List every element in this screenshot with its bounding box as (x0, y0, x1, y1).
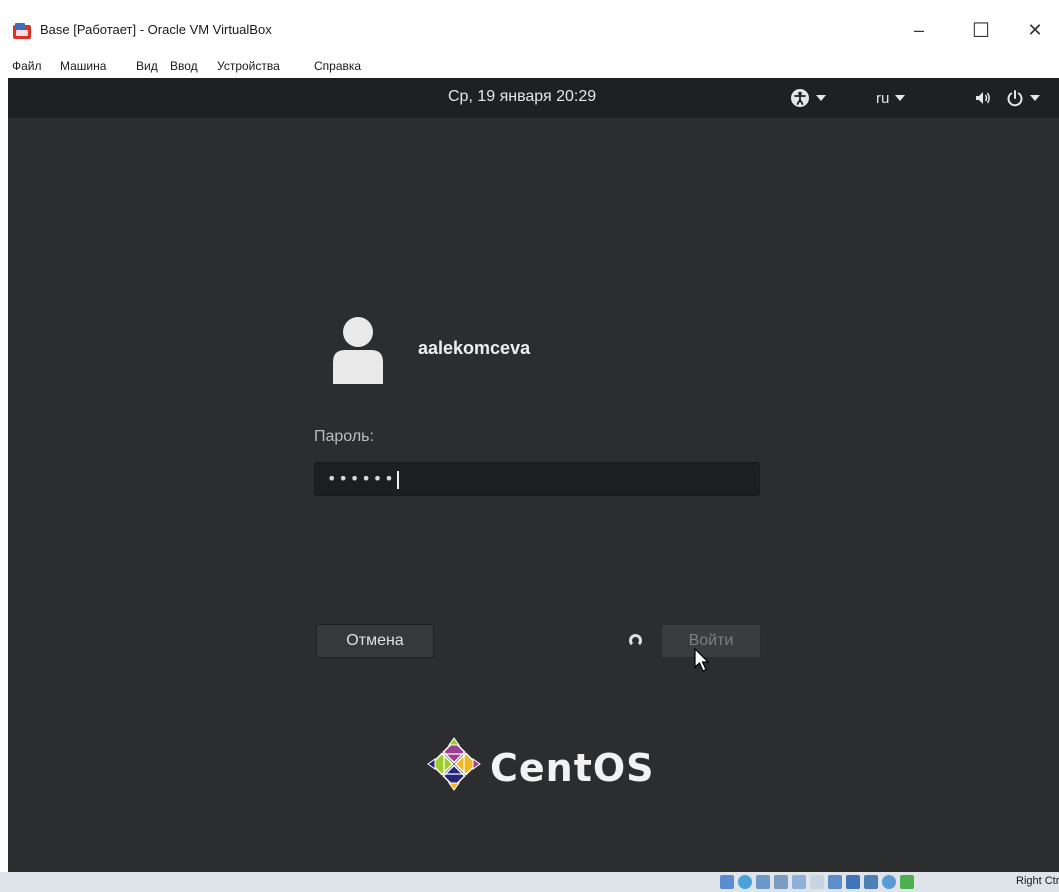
password-label: Пароль: (314, 428, 374, 445)
menu-machine[interactable]: Машина (60, 59, 106, 73)
language-menu[interactable]: ru (876, 86, 906, 110)
minimize-icon: – (913, 19, 924, 40)
gnome-top-bar: Ср, 19 января 20:29 ru (8, 78, 1059, 118)
mouse-pointer-icon (694, 648, 710, 672)
power-icon (1007, 90, 1023, 107)
virtualbox-app-icon (13, 23, 31, 39)
clock[interactable]: Ср, 19 января 20:29 (448, 88, 596, 106)
volume-icon (976, 92, 990, 104)
host-key-icon[interactable] (900, 875, 914, 889)
network-icon[interactable] (774, 875, 788, 889)
centos-logo-icon (427, 737, 481, 791)
accessibility-icon (791, 89, 809, 107)
vm-status-bar: Right Ctrl (0, 872, 1059, 892)
accessibility-menu[interactable] (790, 86, 826, 110)
recording-icon[interactable] (846, 875, 860, 889)
minimize-button[interactable]: – (896, 14, 942, 46)
user-avatar-icon (333, 317, 383, 384)
menu-file[interactable]: Файл (12, 59, 42, 73)
language-label: ru (876, 89, 890, 107)
cpu-icon[interactable] (864, 875, 878, 889)
cancel-button[interactable]: Отмена (316, 624, 434, 658)
host-key-label: Right Ctrl (1016, 875, 1059, 887)
menu-view[interactable]: Вид (136, 59, 158, 73)
loading-spinner-icon (629, 634, 642, 647)
window-title: Base [Работает] - Oracle VM VirtualBox (40, 22, 272, 37)
menu-input[interactable]: Ввод (170, 59, 198, 73)
menu-help[interactable]: Справка (314, 59, 361, 73)
shared-folders-icon[interactable] (810, 875, 824, 889)
close-button[interactable]: ✕ (1012, 14, 1058, 46)
mouse-integration-icon[interactable] (882, 875, 896, 889)
system-menu[interactable] (974, 86, 1040, 110)
maximize-button[interactable]: ☐ (958, 14, 1004, 46)
audio-icon[interactable] (756, 875, 770, 889)
title-bar[interactable]: Base [Работает] - Oracle VM VirtualBox –… (0, 0, 1059, 56)
cancel-button-label: Отмена (346, 632, 404, 649)
virtualbox-window: Base [Работает] - Oracle VM VirtualBox –… (0, 0, 1059, 892)
menu-bar: Файл Машина Вид Ввод Устройства Справка (0, 56, 1059, 78)
password-field[interactable]: •••••• (314, 462, 760, 496)
centos-logo-text: CentOS (490, 746, 655, 790)
close-icon: ✕ (1027, 19, 1043, 40)
maximize-icon: ☐ (972, 19, 990, 42)
display-icon[interactable] (828, 875, 842, 889)
chevron-down-icon (1030, 95, 1040, 101)
chevron-down-icon (895, 95, 906, 101)
menu-devices[interactable]: Устройства (217, 59, 280, 73)
hdd-icon[interactable] (720, 875, 734, 889)
chevron-down-icon (816, 95, 826, 101)
password-masked-value: •••••• (327, 469, 396, 488)
username-label: aalekomceva (418, 338, 531, 358)
vm-display[interactable]: Ср, 19 января 20:29 ru aalekomceva Парол… (8, 78, 1059, 872)
usb-icon[interactable] (792, 875, 806, 889)
text-caret (396, 470, 399, 489)
optical-icon[interactable] (738, 875, 752, 889)
